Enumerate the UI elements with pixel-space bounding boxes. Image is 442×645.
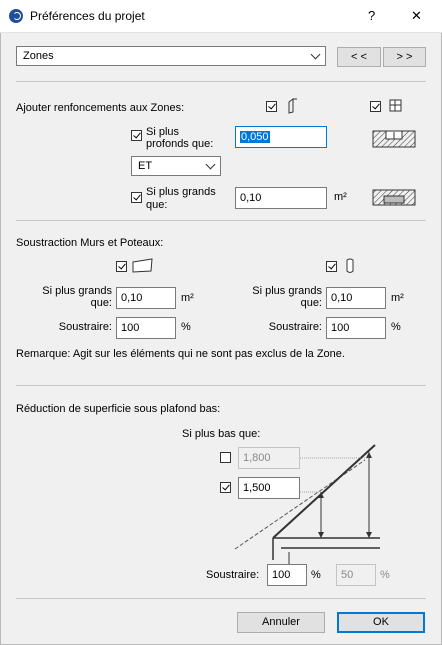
reduction-heading: Réduction de superficie sous plafond bas… bbox=[16, 403, 221, 415]
subtract-walls-checkbox[interactable] bbox=[116, 261, 127, 272]
walls-larger-unit: m² bbox=[181, 292, 194, 304]
wall-icon bbox=[132, 258, 153, 273]
deeper-label-2: profonds que: bbox=[146, 138, 214, 150]
lower-1-input[interactable]: 1,800 bbox=[238, 447, 300, 469]
columns-subtract-input[interactable]: 100 bbox=[326, 317, 386, 339]
chevron-down-icon bbox=[205, 159, 216, 170]
walls-subtract-label: Soustraire: bbox=[58, 321, 112, 333]
larger-unit: m² bbox=[334, 191, 347, 203]
reduction-subtract-1-input[interactable]: 100 bbox=[267, 564, 307, 586]
prev-button[interactable]: < < bbox=[337, 47, 381, 67]
lower-2-checkbox[interactable] bbox=[220, 482, 231, 493]
columns-larger-label-1: Si plus grands bbox=[252, 285, 322, 297]
area-diagram-icon bbox=[372, 189, 416, 206]
recess-grid-checkbox[interactable] bbox=[370, 101, 381, 112]
reduction-subtract-1-unit: % bbox=[311, 569, 321, 581]
cancel-button[interactable]: Annuler bbox=[237, 612, 325, 633]
deeper-checkbox[interactable] bbox=[131, 130, 142, 141]
walls-larger-label-2: que: bbox=[90, 297, 112, 309]
recess-heading: Ajouter renfoncements aux Zones: bbox=[16, 102, 185, 114]
column-icon bbox=[346, 258, 354, 273]
columns-larger-unit: m² bbox=[391, 292, 404, 304]
next-button[interactable]: > > bbox=[383, 47, 426, 67]
subtract-heading: Soustraction Murs et Poteaux: bbox=[16, 237, 164, 249]
walls-larger-input[interactable]: 0,10 bbox=[116, 287, 176, 309]
deeper-input-value: 0,050 bbox=[240, 131, 270, 143]
walls-larger-label-1: Si plus grands bbox=[42, 285, 112, 297]
separator bbox=[16, 220, 426, 221]
app-icon bbox=[9, 9, 23, 23]
depth-diagram-icon bbox=[372, 130, 416, 148]
larger-input[interactable]: 0,10 bbox=[235, 187, 327, 209]
reduction-subtract-2-input[interactable]: 50 bbox=[336, 564, 376, 586]
recess-wall-checkbox[interactable] bbox=[266, 101, 277, 112]
deeper-label-1: Si plus bbox=[146, 126, 180, 138]
columns-subtract-label: Soustraire: bbox=[268, 321, 322, 333]
logic-select-value: ET bbox=[138, 160, 153, 172]
remark-text: Remarque: Agit sur les éléments qui ne s… bbox=[16, 348, 345, 360]
ok-button[interactable]: OK bbox=[337, 612, 425, 633]
separator bbox=[16, 385, 426, 386]
lower-2-input[interactable]: 1,500 bbox=[238, 477, 300, 499]
zones-select-value: Zones bbox=[23, 50, 54, 62]
help-button[interactable]: ? bbox=[368, 8, 375, 23]
walls-subtract-unit: % bbox=[181, 321, 191, 333]
grid-recess-icon bbox=[389, 99, 402, 112]
larger-label-2: que: bbox=[146, 199, 168, 211]
reduction-subtract-label: Soustraire: bbox=[206, 569, 260, 581]
zones-select[interactable]: Zones bbox=[16, 46, 326, 66]
close-button[interactable]: ✕ bbox=[411, 8, 422, 24]
larger-checkbox[interactable] bbox=[131, 192, 142, 203]
lower-label: Si plus bas que: bbox=[182, 428, 261, 440]
separator bbox=[16, 81, 426, 82]
columns-subtract-unit: % bbox=[391, 321, 401, 333]
separator bbox=[16, 598, 426, 599]
deeper-input[interactable]: 0,050 bbox=[235, 126, 327, 148]
columns-larger-label-2: que: bbox=[300, 297, 322, 309]
window-title: Préférences du projet bbox=[30, 9, 145, 23]
subtract-columns-checkbox[interactable] bbox=[326, 261, 337, 272]
lower-1-checkbox[interactable] bbox=[220, 452, 231, 463]
logic-select[interactable]: ET bbox=[131, 156, 221, 176]
walls-subtract-input[interactable]: 100 bbox=[116, 317, 176, 339]
chevron-down-icon bbox=[310, 49, 321, 60]
wall-recess-icon bbox=[288, 98, 297, 114]
columns-larger-input[interactable]: 0,10 bbox=[326, 287, 386, 309]
larger-label-1: Si plus grands bbox=[146, 186, 216, 198]
reduction-subtract-2-unit: % bbox=[380, 569, 390, 581]
